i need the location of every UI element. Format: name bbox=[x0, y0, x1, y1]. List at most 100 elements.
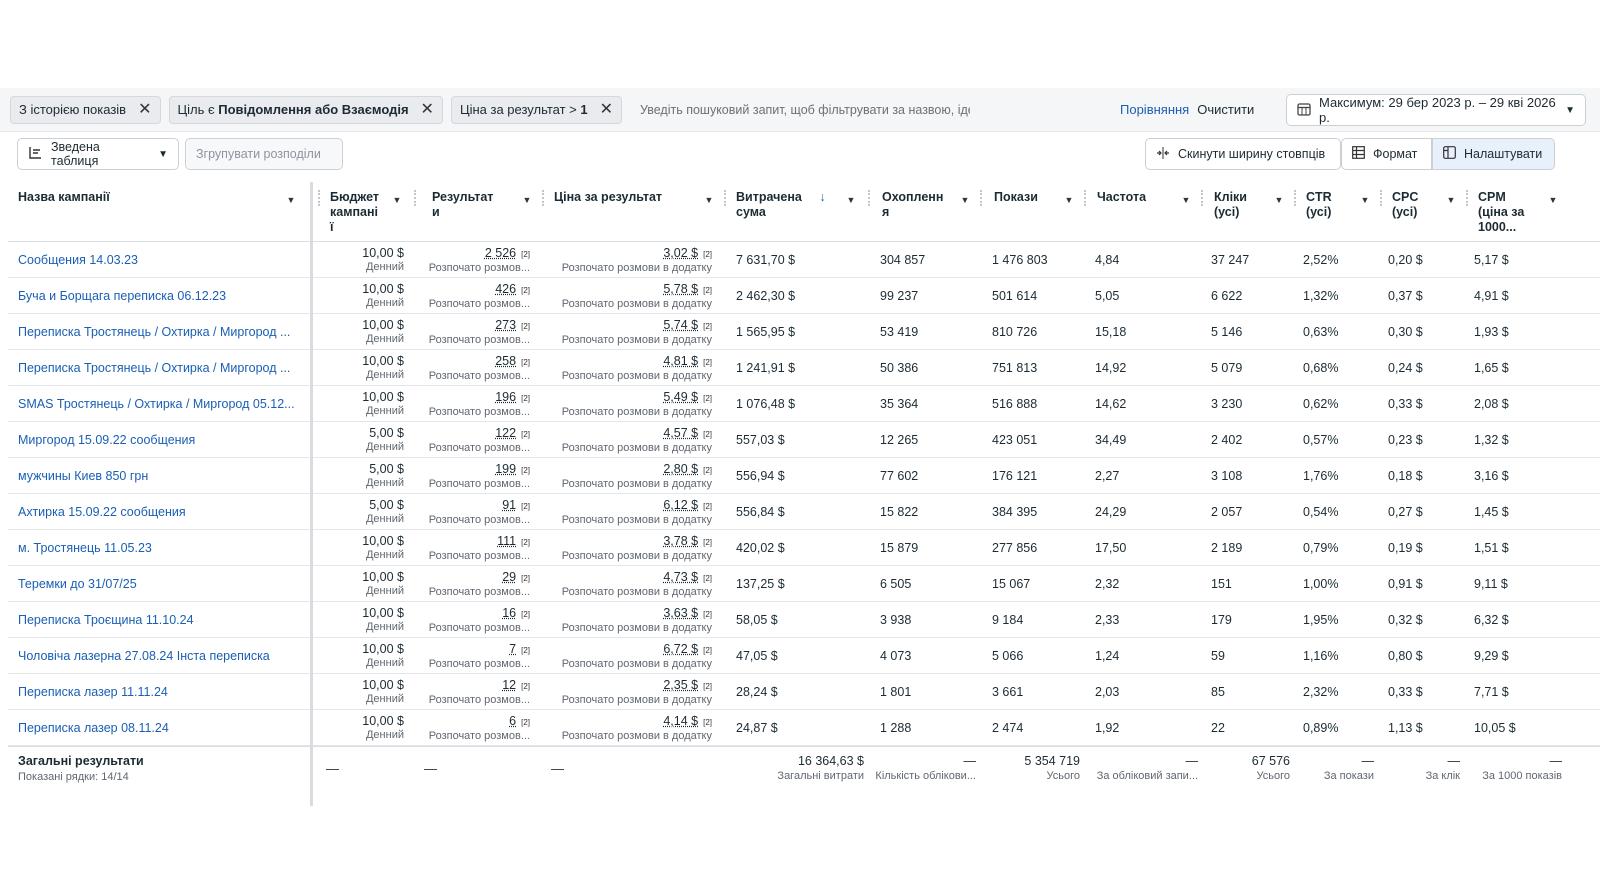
column-resize-handle[interactable] bbox=[980, 190, 982, 206]
results-value[interactable]: 91 [2] bbox=[502, 498, 530, 514]
cost-per-result-value[interactable]: 5,74 $ [2] bbox=[663, 318, 712, 334]
table-row[interactable]: Ахтирка 15.09.22 сообщения 5,00 $ Денний 91… bbox=[8, 494, 1600, 530]
cost-per-result-value[interactable]: 4,73 $ [2] bbox=[663, 570, 712, 586]
search-input[interactable] bbox=[630, 102, 970, 117]
campaign-name-link[interactable]: Чоловіча лазерна 27.08.24 Інста переписк… bbox=[18, 638, 298, 674]
column-header-results[interactable]: Результат и ▼ bbox=[422, 182, 542, 242]
chevron-down-icon[interactable]: ▼ bbox=[1270, 192, 1288, 208]
campaign-name-link[interactable]: Переписка Тростянець / Охтирка / Миргоро… bbox=[18, 314, 298, 350]
customize-button[interactable]: Налаштувати bbox=[1432, 138, 1555, 170]
close-icon[interactable]: ✕ bbox=[600, 101, 613, 118]
column-header-impressions[interactable]: Покази ▼ bbox=[984, 182, 1084, 242]
results-value[interactable]: 111 [2] bbox=[497, 534, 530, 550]
results-value[interactable]: 29 [2] bbox=[502, 570, 530, 586]
table-row[interactable]: SMAS Тростянець / Охтирка / Миргород 05.… bbox=[8, 386, 1600, 422]
column-header-ctr[interactable]: CTR (усі) ▼ bbox=[1296, 182, 1380, 242]
results-value[interactable]: 273 [2] bbox=[495, 318, 530, 334]
campaign-name-link[interactable]: Теремки до 31/07/25 bbox=[18, 566, 298, 602]
table-row[interactable]: Переписка лазер 11.11.24 10,00 $ Денний 12[… bbox=[8, 674, 1600, 710]
cost-per-result-value[interactable]: 4,57 $ [2] bbox=[663, 426, 712, 442]
column-header-cpm[interactable]: CPM (ціна за 1000... ▼ bbox=[1468, 182, 1568, 242]
campaign-name-link[interactable]: Переписка лазер 08.11.24 bbox=[18, 710, 298, 746]
campaign-name-link[interactable]: SMAS Тростянець / Охтирка / Миргород 05.… bbox=[18, 386, 298, 422]
reset-column-width-button[interactable]: Скинути ширину стовпців bbox=[1145, 138, 1341, 170]
table-row[interactable]: м. Тростянець 11.05.23 10,00 $ Денний 111 [2… bbox=[8, 530, 1600, 566]
cost-per-result-value[interactable]: 6,12 $ [2] bbox=[663, 498, 712, 514]
cost-per-result-value[interactable]: 3,78 $ [2] bbox=[663, 534, 712, 550]
campaign-name-link[interactable]: Сообщения 14.03.23 bbox=[18, 242, 298, 278]
results-value[interactable]: 122 [2] bbox=[495, 426, 530, 442]
column-header-cost-per-result[interactable]: Ціна за результат ▼ bbox=[544, 182, 724, 242]
cost-per-result-value[interactable]: 3,63 $ [2] bbox=[663, 606, 712, 622]
results-value[interactable]: 199 [2] bbox=[495, 462, 530, 478]
cost-per-result-value[interactable]: 2,80 $ [2] bbox=[663, 462, 712, 478]
table-row[interactable]: Переписка лазер 08.11.24 10,00 $ Денний 6 [2… bbox=[8, 710, 1600, 746]
cost-per-result-value[interactable]: 2,35 $ [2] bbox=[663, 678, 712, 694]
format-button[interactable]: Формат bbox=[1341, 138, 1432, 170]
results-value[interactable]: 6 [2] bbox=[509, 714, 530, 730]
chevron-down-icon[interactable]: ▼ bbox=[842, 192, 860, 208]
campaign-name-link[interactable]: Переписка Тростянець / Охтирка / Миргоро… bbox=[18, 350, 298, 386]
clear-button[interactable]: Очистити bbox=[1197, 102, 1254, 117]
chevron-down-icon[interactable]: ▼ bbox=[956, 192, 974, 208]
filter-chip-cost-per-result[interactable]: Ціна за результат > 1 ✕ bbox=[450, 95, 622, 124]
campaign-name-link[interactable]: Переписка лазер 11.11.24 bbox=[18, 674, 298, 710]
column-header-cpc[interactable]: CPC (усі) ▼ bbox=[1382, 182, 1466, 242]
results-value[interactable]: 7 [2] bbox=[509, 642, 530, 658]
campaign-name-link[interactable]: м. Тростянець 11.05.23 bbox=[18, 530, 298, 566]
chevron-down-icon[interactable]: ▼ bbox=[518, 192, 536, 208]
chevron-down-icon[interactable]: ▼ bbox=[1177, 192, 1195, 208]
results-value[interactable]: 196 [2] bbox=[495, 390, 530, 406]
column-header-amount-spent[interactable]: Витрачена ↓ сума ▼ bbox=[726, 182, 866, 242]
group-breakdowns-button[interactable]: Згрупувати розподіли bbox=[185, 138, 343, 170]
chevron-down-icon[interactable]: ▼ bbox=[388, 192, 406, 208]
results-value[interactable]: 16 [2] bbox=[502, 606, 530, 622]
column-resize-handle[interactable] bbox=[1084, 190, 1086, 206]
filter-chip-objective[interactable]: Ціль є Повідомлення або Взаємодія ✕ bbox=[168, 95, 443, 124]
column-resize-handle[interactable] bbox=[868, 190, 870, 206]
close-icon[interactable]: ✕ bbox=[138, 101, 151, 118]
column-resize-handle[interactable] bbox=[414, 190, 416, 206]
results-value[interactable]: 2 526 [2] bbox=[485, 246, 530, 262]
chevron-down-icon[interactable]: ▼ bbox=[700, 192, 718, 208]
table-row[interactable]: Переписка Тростянець / Охтирка / Миргоро… bbox=[8, 314, 1600, 350]
cost-per-result-value[interactable]: 4,81 $ [2] bbox=[663, 354, 712, 370]
results-value[interactable]: 258 [2] bbox=[495, 354, 530, 370]
chevron-down-icon[interactable]: ▼ bbox=[1356, 192, 1374, 208]
campaign-name-link[interactable]: Буча и Борщага переписка 06.12.23 bbox=[18, 278, 298, 314]
table-row[interactable]: Буча и Борщага переписка 06.12.23 10,00 $… bbox=[8, 278, 1600, 314]
compare-link[interactable]: Порівняння bbox=[1120, 102, 1189, 117]
table-row[interactable]: мужчины Киев 850 грн 5,00 $ Денний 199 [2] Ро… bbox=[8, 458, 1600, 494]
results-value[interactable]: 426 [2] bbox=[495, 282, 530, 298]
pivot-table-button[interactable]: Зведена таблиця ▼ bbox=[17, 138, 179, 170]
campaign-name-link[interactable]: Ахтирка 15.09.22 сообщения bbox=[18, 494, 298, 530]
column-header-frequency[interactable]: Частота ▼ bbox=[1087, 182, 1201, 242]
table-row[interactable]: Переписка Троєщина 11.10.24 10,00 $ Денний… bbox=[8, 602, 1600, 638]
chevron-down-icon[interactable]: ▼ bbox=[1060, 192, 1078, 208]
filter-chip-impressions[interactable]: З історією показів ✕ bbox=[10, 95, 161, 124]
column-header-campaign-name[interactable]: Назва кампанії ▼ bbox=[8, 182, 306, 242]
campaign-name-link[interactable]: мужчины Киев 850 грн bbox=[18, 458, 298, 494]
chevron-down-icon[interactable]: ▼ bbox=[1442, 192, 1460, 208]
cost-per-result-value[interactable]: 6,72 $ [2] bbox=[663, 642, 712, 658]
table-row[interactable]: Теремки до 31/07/25 10,00 $ Денний 29 [2] Роз… bbox=[8, 566, 1600, 602]
column-resize-handle[interactable] bbox=[1201, 190, 1203, 206]
close-icon[interactable]: ✕ bbox=[421, 101, 434, 118]
chevron-down-icon[interactable]: ▼ bbox=[1544, 192, 1562, 208]
date-range-picker[interactable]: Максимум: 29 бер 2023 р. – 29 кві 2026 р… bbox=[1286, 94, 1586, 126]
table-row[interactable]: Чоловіча лазерна 27.08.24 Інста переписк… bbox=[8, 638, 1600, 674]
table-row[interactable]: Переписка Тростянець / Охтирка / Миргоро… bbox=[8, 350, 1600, 386]
column-header-clicks[interactable]: Кліки (усі) ▼ bbox=[1204, 182, 1294, 242]
campaign-name-link[interactable]: Миргород 15.09.22 сообщения bbox=[18, 422, 298, 458]
table-row[interactable]: Сообщения 14.03.23 10,00 $ Денний 2 526 [2] Р… bbox=[8, 242, 1600, 278]
chevron-down-icon[interactable]: ▼ bbox=[282, 192, 300, 208]
column-header-budget[interactable]: Бюджет кампані ї ▼ bbox=[320, 182, 412, 242]
cost-per-result-value[interactable]: 4,14 $ [2] bbox=[663, 714, 712, 730]
cost-per-result-value[interactable]: 3,02 $ [2] bbox=[663, 246, 712, 262]
cost-per-result-value[interactable]: 5,78 $ [2] bbox=[663, 282, 712, 298]
column-header-reach[interactable]: Охопленн я ▼ bbox=[872, 182, 980, 242]
results-value[interactable]: 12 [2] bbox=[502, 678, 530, 694]
table-row[interactable]: Миргород 15.09.22 сообщения 5,00 $ Денний 1… bbox=[8, 422, 1600, 458]
cost-per-result-value[interactable]: 5,49 $ [2] bbox=[663, 390, 712, 406]
campaign-name-link[interactable]: Переписка Троєщина 11.10.24 bbox=[18, 602, 298, 638]
